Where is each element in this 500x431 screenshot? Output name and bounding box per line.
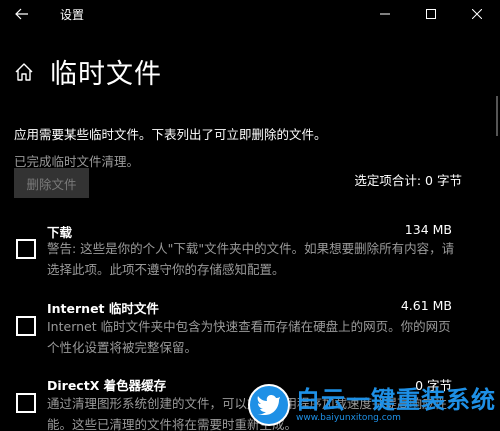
arrow-left-icon bbox=[15, 8, 28, 20]
close-button[interactable] bbox=[454, 0, 500, 28]
item-size: 134 MB bbox=[404, 222, 452, 237]
item-description: 警告: 这些是你的个人"下载"文件夹中的文件。如果想要删除所有内容，请选择此项。… bbox=[47, 241, 455, 277]
page-title: 临时文件 bbox=[50, 59, 162, 90]
item-checkbox[interactable] bbox=[16, 239, 36, 259]
item-checkbox[interactable] bbox=[16, 316, 36, 336]
list-item: 下载 134 MB 警告: 这些是你的个人"下载"文件夹中的文件。如果想要删除所… bbox=[0, 218, 500, 278]
total-selected: 选定项合计: 0 字节 bbox=[354, 173, 462, 188]
minimize-button[interactable] bbox=[362, 0, 408, 28]
caption-buttons bbox=[362, 0, 500, 28]
window-title: 设置 bbox=[60, 7, 85, 22]
title-bar: 设置 bbox=[0, 0, 500, 28]
bird-logo-icon bbox=[248, 384, 290, 426]
watermark: 白云一键重装系统 www.baiyunxitong.com bbox=[248, 383, 496, 427]
item-name: DirectX 着色器缓存 bbox=[47, 378, 167, 393]
home-icon[interactable] bbox=[12, 60, 36, 84]
item-name: Internet 临时文件 bbox=[47, 301, 159, 316]
item-checkbox[interactable] bbox=[16, 393, 36, 413]
maximize-button[interactable] bbox=[408, 0, 454, 28]
settings-window: 设置 临时文件 应用需要某些临时文件。下表列出了可立即删除的文件。 已完成临时文… bbox=[0, 0, 500, 431]
watermark-main: 白云一键重装系统 bbox=[296, 385, 496, 414]
delete-files-button[interactable]: 删除文件 bbox=[14, 168, 89, 198]
back-button[interactable] bbox=[0, 0, 44, 28]
page-header: 临时文件 bbox=[12, 52, 162, 91]
scrollbar[interactable] bbox=[496, 96, 498, 136]
list-item: Internet 临时文件 4.61 MB Internet 临时文件夹中包含为… bbox=[0, 296, 500, 356]
close-icon bbox=[472, 9, 482, 19]
watermark-url: www.baiyunxitong.com bbox=[296, 412, 401, 423]
maximize-icon bbox=[426, 9, 436, 19]
item-size: 4.61 MB bbox=[400, 298, 452, 313]
item-description: Internet 临时文件夹中包含为快速查看而存储在硬盘上的网页。你的网页个性化… bbox=[47, 319, 451, 355]
watermark-text: 白云一键重装系统 www.baiyunxitong.com bbox=[296, 387, 496, 424]
minimize-icon bbox=[380, 13, 390, 15]
page-description: 应用需要某些临时文件。下表列出了可立即删除的文件。 bbox=[14, 127, 327, 142]
